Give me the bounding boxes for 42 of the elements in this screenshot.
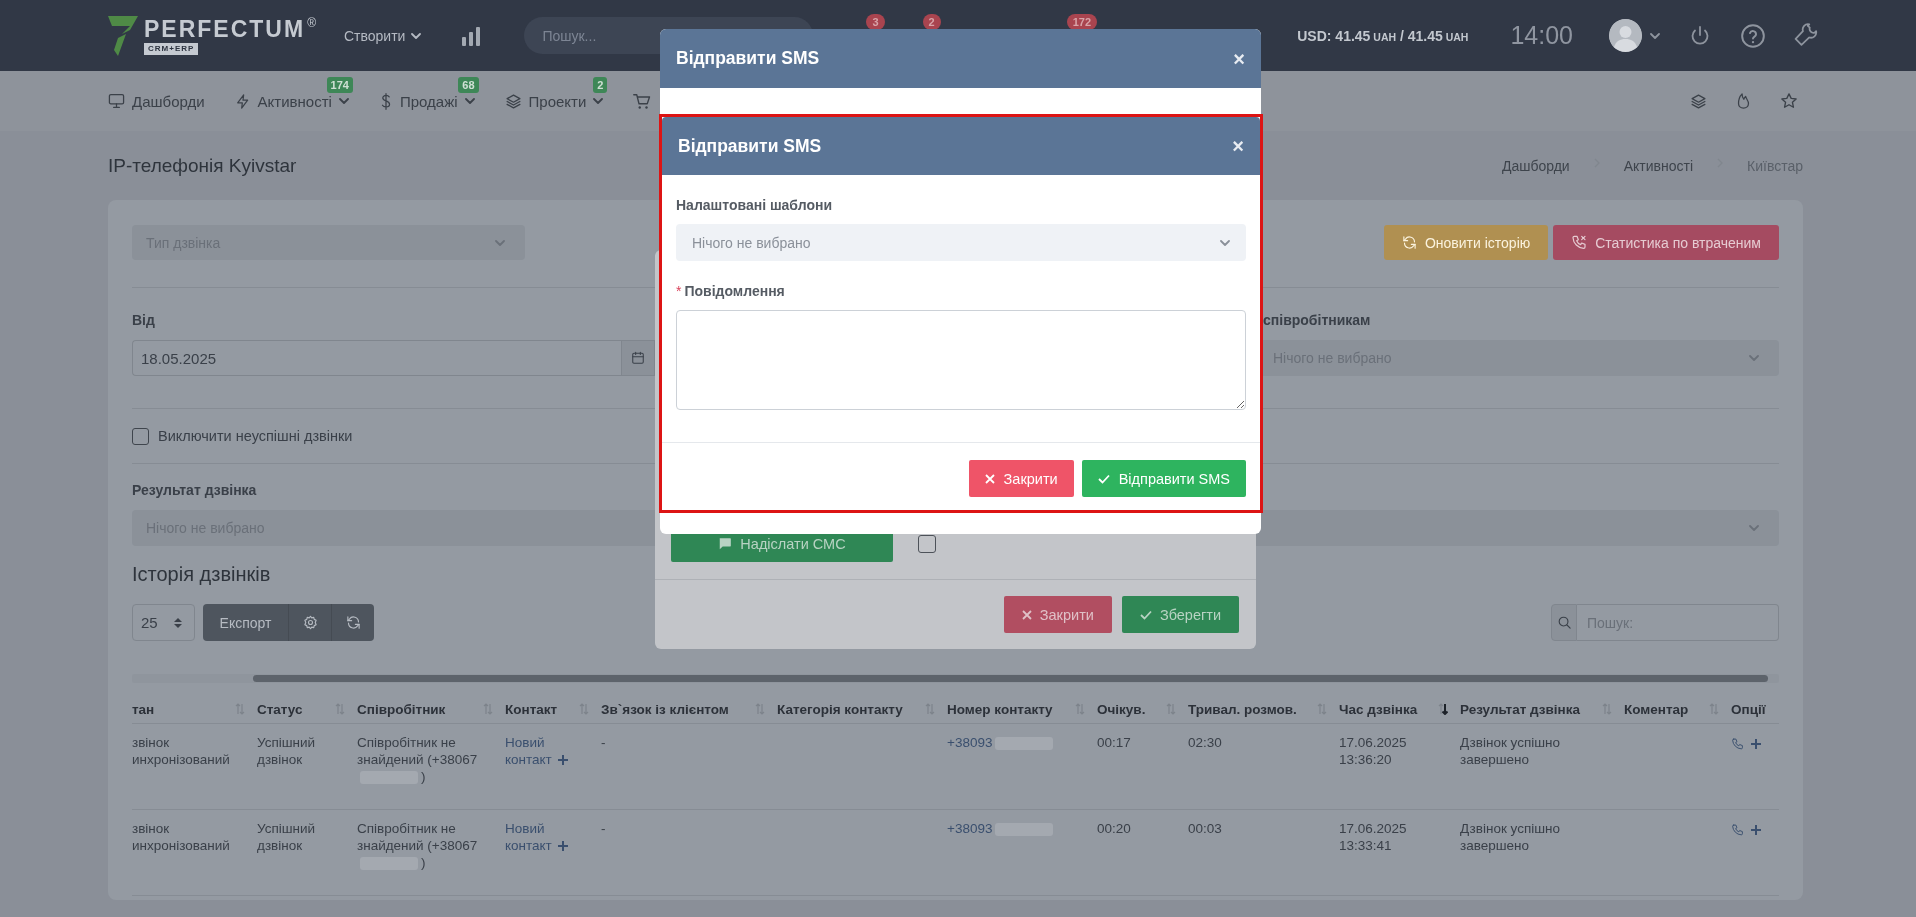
phone-number: +38093 bbox=[947, 735, 993, 750]
table-cell: - bbox=[601, 810, 777, 896]
modal-title: Відправити SMS bbox=[676, 48, 820, 69]
table-cell: 00:03 bbox=[1188, 810, 1339, 896]
checkbox-label: Виключити неуспішні дзвінки bbox=[158, 428, 353, 444]
logo-text: PERFECTUM bbox=[144, 15, 306, 42]
table-cell: 17.06.2025 13:36:20 bbox=[1339, 724, 1460, 810]
table-cell: 02:30 bbox=[1188, 724, 1339, 810]
closing-paren: ) bbox=[421, 769, 426, 784]
table-cell: 00:17 bbox=[1097, 724, 1188, 810]
employee-text: Співробітник не знайдений (+38067 bbox=[357, 735, 478, 767]
closing-paren: ) bbox=[421, 855, 426, 870]
table-cell: 17.06.2025 13:33:41 bbox=[1339, 810, 1460, 896]
table-cell: Успішний дзвінок bbox=[257, 810, 357, 896]
count-badge: 68 bbox=[458, 76, 479, 93]
field-label: Налаштовані шаблони bbox=[676, 197, 833, 213]
table-cell: Дзвінок успішно завершено bbox=[1460, 810, 1624, 896]
field-label: * Повідомлення bbox=[676, 283, 786, 299]
notification-badge: 2 bbox=[922, 14, 941, 30]
table-cell: 00:20 bbox=[1097, 810, 1188, 896]
field-label: Результат дзвінка bbox=[132, 482, 258, 498]
page-title: IP-телефонія Kyivstar bbox=[108, 154, 297, 177]
required-mark: * bbox=[676, 283, 682, 299]
registered-mark: ® bbox=[307, 15, 316, 30]
modal-title: Відправити SMS bbox=[678, 135, 822, 157]
table-cell: Дзвінок успішно завершено bbox=[1460, 724, 1624, 810]
table-cell: звінок инхронізований bbox=[132, 810, 257, 896]
field-label: співробітникам bbox=[1263, 312, 1372, 328]
phone-number: +38093 bbox=[947, 821, 993, 836]
notification-badge: 172 bbox=[1066, 14, 1097, 30]
count-badge: 2 bbox=[593, 76, 608, 93]
table-cell: - bbox=[601, 724, 777, 810]
notification-badge: 3 bbox=[866, 14, 885, 30]
section-title: Історія дзвінків bbox=[132, 563, 272, 586]
table-cell: звінок инхронізований bbox=[132, 724, 257, 810]
field-label: Від bbox=[132, 312, 156, 328]
table-cell: Успішний дзвінок bbox=[257, 724, 357, 810]
currency-rate: USD: 41.45 UAH / 41.45 UAH bbox=[1297, 27, 1469, 44]
employee-text: Співробітник не знайдений (+38067 bbox=[357, 821, 478, 853]
count-badge: 174 bbox=[326, 76, 353, 93]
clock-time: 14:00 bbox=[1510, 21, 1573, 50]
logo-tagline: CRM+ERP bbox=[144, 42, 199, 55]
